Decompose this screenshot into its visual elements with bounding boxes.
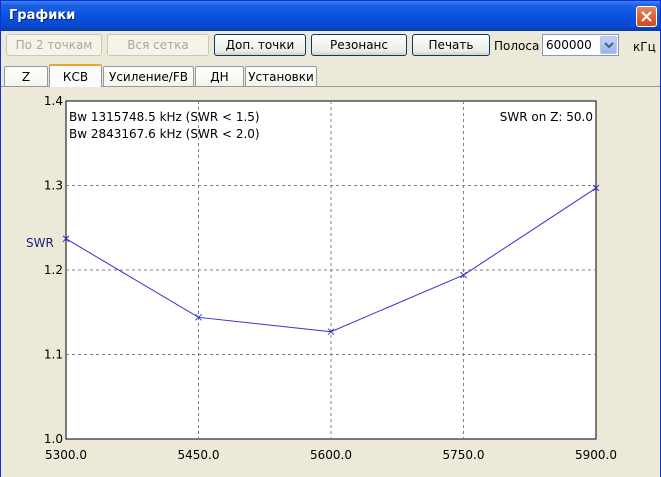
toolbar: По 2 точкам Вся сетка Доп. точки Резонан… bbox=[1, 31, 660, 61]
band-label: Полоса bbox=[494, 39, 540, 53]
tab-swr[interactable]: КСВ bbox=[49, 64, 102, 87]
bandwidth-swr20-label: Bw 2843167.6 kHz (SWR < 2.0) bbox=[69, 127, 260, 141]
tab-z[interactable]: Z bbox=[4, 66, 48, 86]
title-bar[interactable]: Графики bbox=[1, 1, 660, 31]
y-tick-label: 1.3 bbox=[44, 179, 63, 193]
x-tick-label: 5600.0 bbox=[310, 448, 352, 462]
tab-strip: Z КСВ Усиление/FB ДН Установки bbox=[1, 63, 660, 87]
x-tick-label: 5750.0 bbox=[443, 448, 485, 462]
close-button[interactable] bbox=[636, 6, 657, 27]
x-tick-label: 5450.0 bbox=[178, 448, 220, 462]
full-grid-button[interactable]: Вся сетка bbox=[107, 34, 209, 56]
chevron-down-icon bbox=[604, 42, 614, 49]
tab-gain-fb[interactable]: Усиление/FB bbox=[103, 66, 194, 86]
graphs-window: Графики По 2 точкам Вся сетка Доп. точки… bbox=[0, 0, 661, 477]
unit-label: кГц bbox=[633, 40, 656, 54]
dropdown-arrow[interactable] bbox=[600, 36, 617, 54]
two-points-button[interactable]: По 2 точкам bbox=[6, 34, 102, 56]
band-value: 600000 bbox=[546, 38, 592, 52]
x-tick-label: 5300.0 bbox=[45, 448, 87, 462]
swr-plot-panel: 1.0 1.1 1.2 1.3 1.4 5300.0 5450.0 5600.0 5750.0… bbox=[1, 86, 660, 477]
y-tick-label: 1.2 bbox=[44, 263, 63, 277]
x-tick-label: 5900.0 bbox=[575, 448, 617, 462]
close-icon bbox=[641, 11, 652, 22]
print-button[interactable]: Печать bbox=[412, 34, 490, 56]
y-tick-label: 1.1 bbox=[44, 348, 63, 362]
band-select[interactable]: 600000 bbox=[542, 34, 619, 56]
tab-pattern[interactable]: ДН bbox=[195, 66, 244, 86]
y-tick-label: 1.0 bbox=[44, 432, 63, 446]
bandwidth-swr15-label: Bw 1315748.5 kHz (SWR < 1.5) bbox=[69, 110, 260, 124]
y-tick-label: 1.4 bbox=[44, 94, 63, 108]
swr-chart: 1.0 1.1 1.2 1.3 1.4 5300.0 5450.0 5600.0 5750.0… bbox=[26, 94, 617, 462]
y-axis-label: SWR bbox=[26, 236, 54, 250]
tab-settings[interactable]: Установки bbox=[245, 66, 317, 86]
swr-impedance-label: SWR on Z: 50.0 bbox=[500, 110, 593, 124]
window-title: Графики bbox=[9, 8, 76, 23]
extra-points-button[interactable]: Доп. точки bbox=[214, 34, 306, 56]
resonance-button[interactable]: Резонанс bbox=[311, 34, 407, 56]
